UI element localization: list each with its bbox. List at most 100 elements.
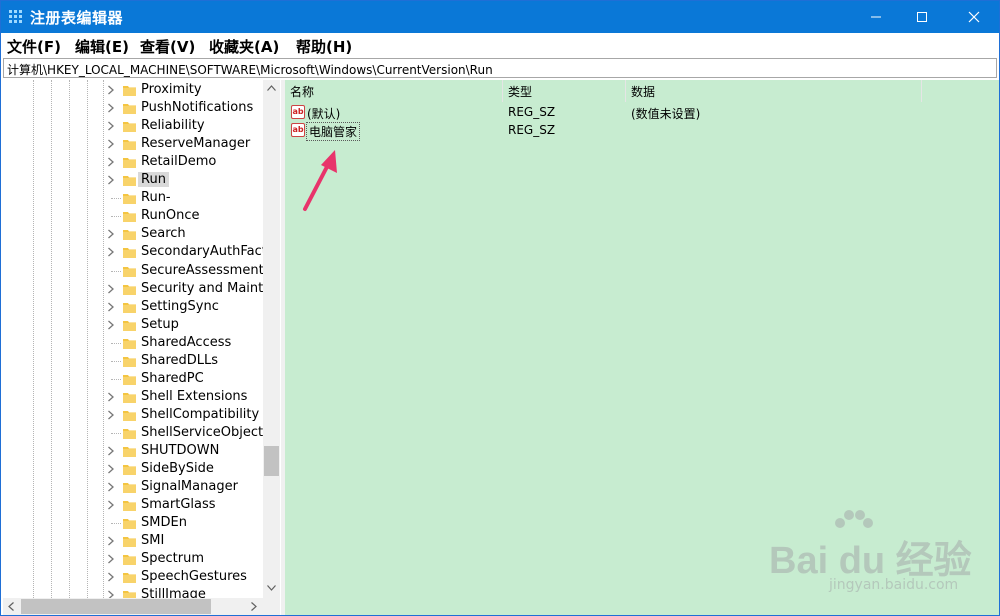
chevron-right-icon[interactable] [107,500,115,510]
tree-item-label: ShellServiceObjectD [141,424,274,440]
folder-icon [123,248,136,259]
chevron-right-icon[interactable] [107,572,115,582]
annotation-arrow-icon [303,150,337,211]
title-bar[interactable]: 注册表编辑器 [1,1,999,33]
scroll-down-icon [267,585,276,591]
tree-item[interactable]: SharedPC [3,370,263,388]
tree-item[interactable]: SharedDLLs [3,352,263,370]
folder-icon [123,392,136,403]
scroll-up-icon [267,85,276,91]
folder-icon [123,410,136,421]
tree-item[interactable]: Spectrum [3,550,263,568]
tree-horizontal-scrollbar[interactable] [3,598,280,615]
chevron-right-icon[interactable] [107,85,115,95]
folder-icon [123,122,136,133]
minimize-button[interactable] [853,1,899,33]
folder-icon [123,465,136,476]
tree-item-label: Shell Extensions [141,388,248,404]
folder-icon [123,447,136,457]
tree-item[interactable]: RetailDemo [3,153,263,171]
scroll-left-icon [8,602,14,611]
chevron-right-icon[interactable] [107,103,115,113]
folder-icon [123,302,136,313]
tree-item[interactable]: SettingSync [3,298,263,316]
tree-scroll-thumb[interactable] [264,446,279,476]
folder-icon [123,140,136,151]
tree-item[interactable]: RunOnce [3,207,263,225]
chevron-right-icon[interactable] [107,157,115,167]
tree-item[interactable]: Run [3,171,263,189]
tree-hscroll-thumb[interactable] [21,599,211,614]
tree-item[interactable]: Proximity [3,81,263,99]
tree-connector [111,523,121,525]
value-name-edit-box[interactable]: 电脑管家 [306,122,361,141]
tree-item[interactable]: ReserveManager [3,135,263,153]
chevron-right-icon[interactable] [107,464,115,474]
chevron-right-icon[interactable] [107,284,115,294]
column-header-name[interactable]: 名称 [285,80,503,102]
tree-item[interactable]: SideBySide [3,460,263,478]
tree-item-label: Run- [141,190,171,206]
tree-item[interactable]: SignalManager [3,478,263,496]
tree-item[interactable]: SecureAssessment [3,262,264,280]
chevron-right-icon[interactable] [107,302,115,312]
tree-item[interactable]: ShellServiceObjectD [3,424,273,442]
chevron-right-icon[interactable] [107,320,115,330]
regedit-app-icon [9,10,23,24]
tree-item[interactable]: Search [3,225,263,243]
tree-vertical-scrollbar[interactable] [263,80,280,598]
chevron-right-icon[interactable] [107,536,115,546]
tree-item[interactable]: SmartGlass [3,496,263,514]
close-icon [968,11,980,23]
chevron-right-icon[interactable] [107,229,115,239]
folder-icon [123,428,136,439]
tree-item-label: SharedDLLs [141,352,219,368]
tree-connector [111,432,121,434]
chevron-right-icon[interactable] [107,554,115,564]
chevron-right-icon[interactable] [107,482,115,492]
tree-item[interactable]: Shell Extensions [3,388,263,406]
folder-icon [123,266,136,277]
tree-item-label: SmartGlass [141,497,216,513]
tree-item[interactable]: Security and Mainter [3,280,277,298]
tree-item[interactable]: SecondaryAuthFacto [3,243,275,261]
tree-item[interactable]: Reliability [3,117,263,135]
menu-edit[interactable]: 编辑(E) [75,36,129,57]
tree-item[interactable]: SMI [3,532,263,550]
tree-connector [111,360,121,362]
chevron-right-icon[interactable] [107,410,115,420]
tree-connector [111,378,121,380]
chevron-right-icon[interactable] [107,446,115,456]
tree-item[interactable]: SpeechGestures [3,568,263,586]
close-button[interactable] [951,1,997,33]
tree-item[interactable]: SHUTDOWN [3,442,263,460]
column-header-data[interactable]: 数据 [626,80,922,102]
tree-item-label: SecondaryAuthFacto [141,244,275,260]
folder-icon [123,483,136,494]
menu-favorites[interactable]: 收藏夹(A) [209,36,279,57]
chevron-right-icon[interactable] [107,247,115,257]
key-tree-pane[interactable]: Proximity PushNotifications Reliability Res… [3,80,281,615]
chevron-right-icon[interactable] [107,139,115,149]
menu-help[interactable]: 帮助(H) [296,36,352,57]
chevron-right-icon[interactable] [107,392,115,402]
menu-view[interactable]: 查看(V) [140,36,195,57]
tree-item[interactable]: SMDEn [3,514,263,532]
address-path[interactable]: 计算机\HKEY_LOCAL_MACHINE\SOFTWARE\Microsof… [7,61,493,78]
value-type: REG_SZ [508,123,556,137]
tree-item[interactable]: SharedAccess [3,334,263,352]
chevron-right-icon[interactable] [107,121,115,131]
tree-item-label: Search [141,226,186,242]
tree-item[interactable]: Run- [3,189,263,207]
column-header-type[interactable]: 类型 [503,80,626,102]
value-row-pc-manager[interactable]: ab 电脑管家 REG_SZ [285,120,999,142]
menu-file[interactable]: 文件(F) [7,36,61,57]
folder-icon [123,501,136,512]
tree-item[interactable]: PushNotifications [3,99,263,117]
tree-item[interactable]: Setup [3,316,263,334]
maximize-button[interactable] [899,1,945,33]
folder-icon [123,537,136,548]
tree-item[interactable]: ShellCompatibility [3,406,263,424]
chevron-right-icon[interactable] [107,175,115,185]
address-bar[interactable]: 计算机\HKEY_LOCAL_MACHINE\SOFTWARE\Microsof… [3,58,997,78]
